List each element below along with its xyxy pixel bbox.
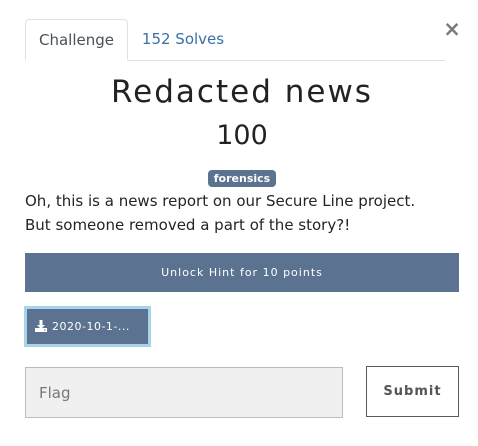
challenge-modal: Challenge 152 Solves × Redacted news 100… xyxy=(0,0,478,446)
submit-button[interactable]: Submit xyxy=(366,366,459,417)
tag-row: forensics xyxy=(0,169,478,187)
challenge-title: Redacted news xyxy=(111,74,373,110)
tab-bar: Challenge 152 Solves xyxy=(25,19,445,61)
unlock-hint-button[interactable]: Unlock Hint for 10 points xyxy=(25,253,459,292)
challenge-description: Oh, this is a news report on our Secure … xyxy=(25,192,416,234)
download-icon xyxy=(35,311,47,344)
download-file-label: 2020-10-1-... xyxy=(52,320,130,333)
close-icon[interactable]: × xyxy=(443,17,461,41)
challenge-points: 100 xyxy=(216,120,268,151)
tab-solves[interactable]: 152 Solves xyxy=(131,19,235,61)
flag-input[interactable] xyxy=(25,367,343,418)
tab-challenge[interactable]: Challenge xyxy=(25,19,128,61)
download-file-button[interactable]: 2020-10-1-... xyxy=(24,306,151,347)
category-tag: forensics xyxy=(207,170,277,187)
